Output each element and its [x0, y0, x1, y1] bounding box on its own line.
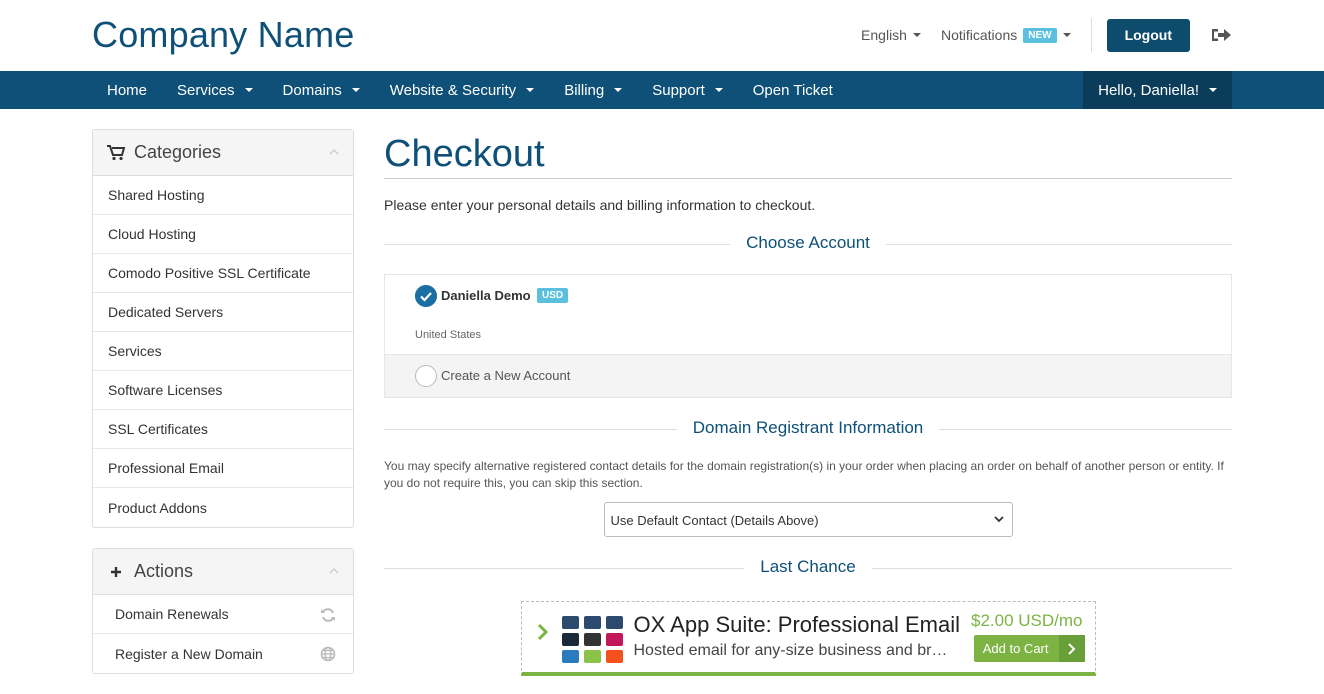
chevron-up-icon[interactable] — [329, 147, 339, 157]
categories-header[interactable]: Categories — [93, 130, 353, 176]
nav-open-ticket-label: Open Ticket — [752, 81, 833, 99]
caret-down-icon — [1209, 88, 1217, 92]
user-menu[interactable]: Hello, Daniella! — [1083, 71, 1232, 109]
nav-domains[interactable]: Domains — [268, 71, 375, 109]
account-selector: Daniella Demo USD United States Create a… — [384, 274, 1232, 398]
nav-domains-label: Domains — [282, 81, 342, 99]
action-domain-renewals[interactable]: Domain Renewals — [93, 595, 353, 634]
registrant-contact-select[interactable]: Use Default Contact (Details Above) — [603, 502, 1013, 537]
categories-panel: Categories Shared Hosting Cloud Hosting … — [92, 129, 354, 528]
nav-website-security-label: Website & Security — [389, 81, 517, 99]
caret-down-icon — [614, 88, 623, 92]
registrant-help-text: You may specify alternative registered c… — [384, 459, 1224, 490]
add-to-cart-label: Add to Cart — [982, 641, 1049, 656]
nav-support-label: Support — [652, 81, 705, 99]
registrant-title: Domain Registrant Information — [676, 418, 940, 437]
nav-billing[interactable]: Billing — [549, 71, 637, 109]
category-shared-hosting[interactable]: Shared Hosting — [93, 176, 353, 215]
radio-checked-icon[interactable] — [415, 285, 437, 307]
registrant-heading: Domain Registrant Information — [384, 418, 1232, 442]
page-title: Checkout — [384, 129, 1232, 179]
existing-account-option[interactable]: Daniella Demo USD United States — [385, 275, 1231, 354]
caret-down-icon — [1062, 33, 1071, 37]
actions-title: Actions — [134, 561, 194, 581]
sign-out-icon[interactable] — [1210, 26, 1232, 44]
caret-down-icon — [526, 88, 535, 92]
account-country: United States — [415, 329, 482, 341]
nav-services[interactable]: Services — [162, 71, 268, 109]
promo-price: $2.00 USD/mo — [971, 611, 1083, 630]
nav-services-label: Services — [177, 81, 235, 99]
caret-down-icon — [351, 88, 360, 92]
main-navbar: Home Services Domains Website & Security… — [0, 71, 1324, 109]
actions-panel: Actions Domain Renewals Register a New D… — [92, 548, 354, 674]
category-dedicated-servers[interactable]: Dedicated Servers — [93, 293, 353, 332]
caret-down-icon — [714, 88, 723, 92]
category-software-licenses[interactable]: Software Licenses — [93, 371, 353, 410]
chevron-up-icon[interactable] — [329, 566, 339, 576]
category-professional-email[interactable]: Professional Email — [93, 449, 353, 488]
user-greeting: Hello, Daniella! — [1098, 81, 1199, 99]
nav-open-ticket[interactable]: Open Ticket — [738, 71, 848, 109]
currency-badge: USD — [537, 288, 569, 303]
nav-billing-label: Billing — [564, 81, 605, 99]
category-services[interactable]: Services — [93, 332, 353, 371]
caret-down-icon — [912, 33, 921, 37]
main-content: Checkout Please enter your personal deta… — [384, 129, 1232, 676]
globe-icon — [320, 646, 336, 662]
account-name: Daniella Demo — [441, 288, 531, 303]
company-logo[interactable]: Company Name — [92, 14, 355, 56]
checkout-intro: Please enter your personal details and b… — [384, 197, 816, 213]
category-product-addons[interactable]: Product Addons — [93, 488, 353, 527]
promo-product-title: OX App Suite: Professional Email — [633, 612, 961, 637]
language-dropdown[interactable]: English — [861, 27, 921, 43]
chevron-right-icon — [537, 623, 548, 641]
categories-title: Categories — [134, 142, 222, 162]
logout-button[interactable]: Logout — [1106, 18, 1190, 52]
caret-down-icon — [244, 88, 253, 92]
ox-app-suite-logo — [561, 616, 623, 663]
radio-unchecked-icon[interactable] — [415, 365, 437, 387]
choose-account-heading: Choose Account — [384, 233, 1232, 257]
nav-home-label: Home — [107, 81, 148, 99]
category-comodo-ssl[interactable]: Comodo Positive SSL Certificate — [93, 254, 353, 293]
language-label: English — [861, 27, 907, 43]
chevron-right-icon — [1058, 635, 1085, 662]
new-badge: NEW — [1023, 27, 1057, 43]
notifications-dropdown[interactable]: Notifications NEW — [941, 27, 1071, 43]
action-register-domain-label: Register a New Domain — [115, 645, 263, 662]
action-domain-renewals-label: Domain Renewals — [115, 606, 229, 622]
select-value: Use Default Contact (Details Above) — [610, 513, 819, 528]
refresh-icon — [321, 608, 335, 622]
sidebar: Categories Shared Hosting Cloud Hosting … — [92, 129, 354, 694]
top-header: Company Name English Notifications NEW Lo… — [0, 0, 1324, 71]
category-ssl-certificates[interactable]: SSL Certificates — [93, 410, 353, 449]
choose-account-title: Choose Account — [730, 233, 886, 252]
new-account-option[interactable]: Create a New Account — [385, 354, 1231, 397]
add-to-cart-button[interactable]: Add to Cart — [973, 635, 1085, 662]
upsell-promo[interactable]: OX App Suite: Professional Email Hosted … — [520, 601, 1096, 676]
promo-description: Hosted email for any-size business and b… — [633, 642, 956, 659]
top-right-controls: English Notifications NEW Logout — [861, 18, 1232, 52]
divider — [1090, 18, 1092, 52]
last-chance-title: Last Chance — [744, 557, 872, 576]
plus-icon — [111, 566, 121, 577]
action-register-domain[interactable]: Register a New Domain — [93, 634, 353, 673]
actions-header[interactable]: Actions — [93, 549, 353, 595]
nav-support[interactable]: Support — [637, 71, 738, 109]
nav-website-security[interactable]: Website & Security — [375, 71, 549, 109]
category-cloud-hosting[interactable]: Cloud Hosting — [93, 215, 353, 254]
notifications-label: Notifications — [940, 27, 1018, 43]
shopping-cart-icon — [107, 144, 125, 160]
nav-home[interactable]: Home — [92, 71, 162, 109]
last-chance-heading: Last Chance — [384, 557, 1232, 581]
chevron-down-icon — [993, 516, 1004, 523]
new-account-label: Create a New Account — [441, 368, 571, 383]
